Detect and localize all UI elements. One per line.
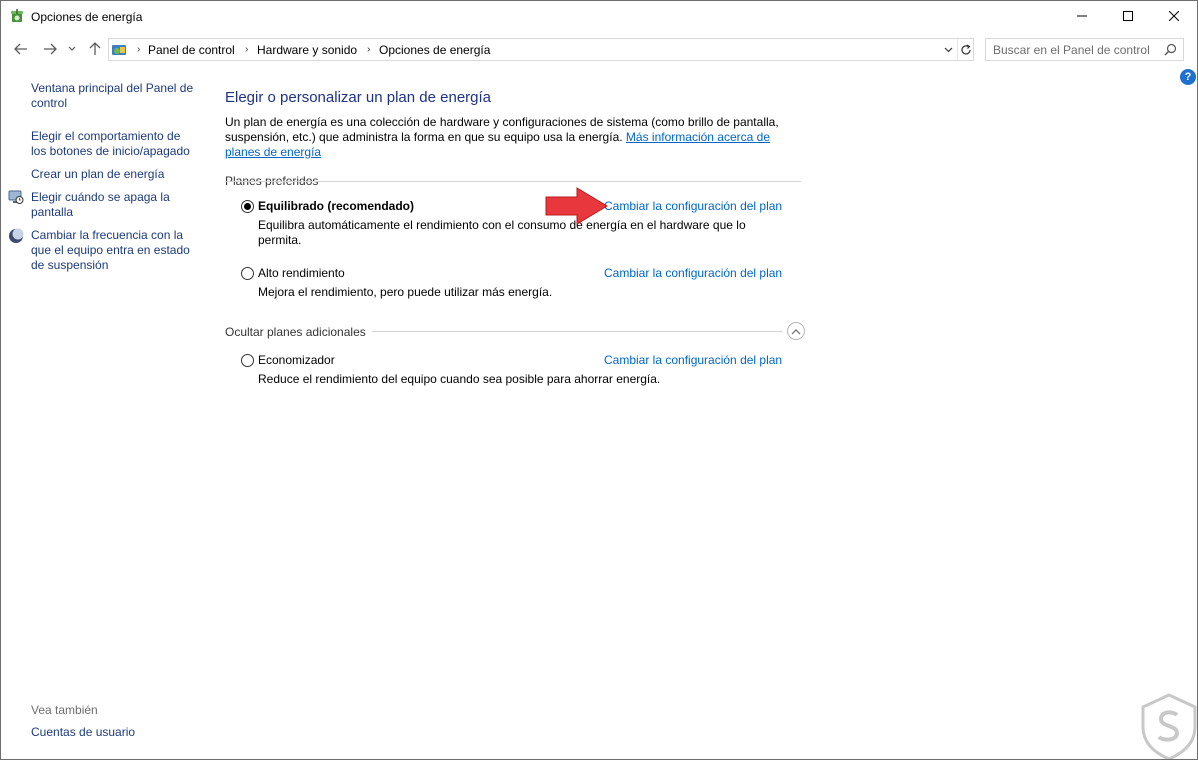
- plan-high-performance-name[interactable]: Alto rendimiento: [258, 266, 345, 280]
- plan-power-saver-name[interactable]: Economizador: [258, 353, 335, 367]
- forward-button[interactable]: [40, 39, 60, 59]
- page-title: Elegir o personalizar un plan de energía: [225, 89, 492, 106]
- navigation-bar: › Panel de control › Hardware y sonido ›…: [1, 35, 1197, 63]
- plan-balanced-radio[interactable]: [241, 200, 254, 213]
- sidebar-link-sleep[interactable]: Cambiar la frecuencia con la que el equi…: [31, 228, 196, 273]
- plan-power-saver-settings-link[interactable]: Cambiar la configuración del plan: [604, 353, 782, 367]
- breadcrumb-control-panel[interactable]: Panel de control: [148, 43, 235, 57]
- see-also-heading: Vea también: [31, 703, 98, 717]
- help-button[interactable]: ?: [1180, 69, 1196, 85]
- search-placeholder: Buscar en el Panel de control: [993, 43, 1150, 57]
- address-bar[interactable]: › Panel de control › Hardware y sonido ›…: [108, 38, 974, 61]
- sidebar-link-user-accounts[interactable]: Cuentas de usuario: [31, 725, 196, 740]
- close-icon: [1169, 11, 1179, 21]
- close-button[interactable]: [1151, 1, 1197, 31]
- arrow-up-icon: [89, 42, 101, 55]
- arrow-right-icon: [44, 43, 57, 55]
- breadcrumb-separator-icon: ›: [367, 44, 371, 55]
- maximize-button[interactable]: [1105, 1, 1151, 31]
- moon-icon: [8, 228, 24, 244]
- breadcrumb-separator-icon: ›: [137, 44, 141, 55]
- window-title: Opciones de energía: [31, 10, 143, 24]
- power-options-window: Opciones de energía › Panel de control ›…: [0, 0, 1198, 760]
- power-options-icon: [9, 8, 25, 24]
- plan-balanced-description: Equilibra automáticamente el rendimiento…: [258, 218, 746, 247]
- additional-plans-heading: Ocultar planes adicionales: [225, 325, 366, 339]
- monitor-clock-icon: [8, 189, 24, 205]
- sidebar-link-display-off[interactable]: Elegir cuándo se apaga la pantalla: [31, 190, 196, 220]
- plan-balanced-settings-link[interactable]: Cambiar la configuración del plan: [604, 199, 782, 213]
- chevron-down-icon: [68, 46, 76, 51]
- title-bar: Opciones de energía: [1, 1, 1197, 32]
- intro-paragraph: Un plan de energía es una colección de h…: [225, 115, 805, 160]
- search-icon: [1164, 43, 1177, 59]
- maximize-icon: [1123, 11, 1133, 21]
- up-button[interactable]: [85, 39, 105, 59]
- watermark-logo-icon: [1141, 693, 1197, 759]
- refresh-button[interactable]: [957, 39, 974, 60]
- control-panel-icon: [111, 42, 127, 58]
- red-arrow-annotation-icon: [545, 187, 608, 225]
- minimize-button[interactable]: [1059, 1, 1105, 31]
- additional-plans-divider: [372, 331, 783, 332]
- minimize-icon: [1077, 15, 1087, 17]
- address-dropdown-button[interactable]: [939, 39, 957, 60]
- breadcrumb-separator-icon: ›: [245, 44, 249, 55]
- plan-power-saver-description: Reduce el rendimiento del equipo cuando …: [258, 372, 661, 386]
- sidebar-link-create-plan[interactable]: Crear un plan de energía: [31, 167, 196, 182]
- plan-power-saver-radio[interactable]: [241, 354, 254, 367]
- plan-high-performance-description: Mejora el rendimiento, pero puede utiliz…: [258, 285, 553, 299]
- search-input[interactable]: Buscar en el Panel de control: [985, 38, 1184, 61]
- chevron-down-icon: [944, 47, 952, 52]
- arrow-left-icon: [14, 43, 27, 55]
- sidebar-link-power-buttons[interactable]: Elegir el comportamiento de los botones …: [31, 129, 196, 159]
- collapse-additional-plans-button[interactable]: [787, 322, 805, 340]
- refresh-icon: [961, 43, 971, 54]
- breadcrumb-power-options[interactable]: Opciones de energía: [379, 43, 490, 57]
- plan-high-performance-radio[interactable]: [241, 267, 254, 280]
- recent-locations-button[interactable]: [65, 39, 79, 59]
- preferred-plans-divider: [225, 181, 801, 182]
- plan-high-performance-settings-link[interactable]: Cambiar la configuración del plan: [604, 266, 782, 280]
- back-button[interactable]: [11, 39, 31, 59]
- breadcrumb-hardware-sound[interactable]: Hardware y sonido: [257, 43, 357, 57]
- sidebar-link-control-panel-home[interactable]: Ventana principal del Panel de control: [31, 81, 196, 111]
- chevron-up-icon: [791, 328, 801, 334]
- sidebar: Ventana principal del Panel de control E…: [1, 67, 201, 757]
- plan-balanced-name[interactable]: Equilibrado (recomendado): [258, 199, 414, 213]
